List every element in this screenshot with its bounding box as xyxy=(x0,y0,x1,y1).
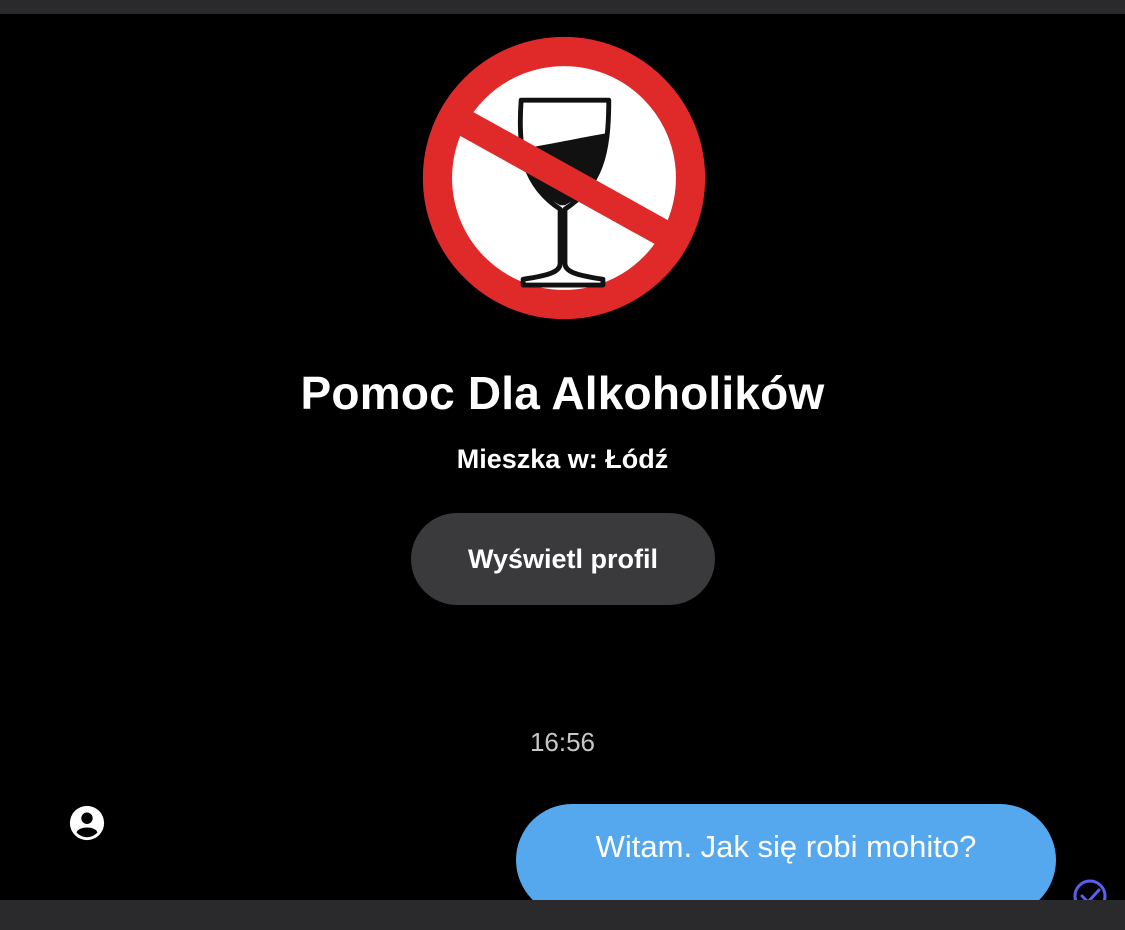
no-alcohol-sign-icon xyxy=(422,36,706,320)
chat-screen: Pomoc Dla Alkoholików Mieszka w: Łódź Wy… xyxy=(0,14,1125,900)
bottom-bar xyxy=(0,900,1125,930)
profile-location: Mieszka w: Łódź xyxy=(456,444,669,474)
message-timestamp: 16:56 xyxy=(529,727,596,757)
outgoing-message-bubble[interactable]: Witam. Jak się robi mohito? xyxy=(516,804,1056,900)
user-avatar-icon xyxy=(68,804,106,842)
profile-name: Pomoc Dla Alkoholików xyxy=(300,367,825,419)
sent-check-icon xyxy=(1072,878,1108,900)
profile-avatar[interactable] xyxy=(418,32,710,324)
view-profile-button[interactable]: Wyświetl profil xyxy=(411,513,715,605)
